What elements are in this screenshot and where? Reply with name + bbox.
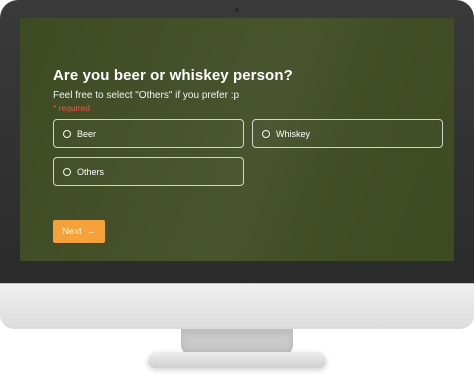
radio-unchecked-icon: [63, 129, 71, 138]
webcam-icon: [235, 8, 239, 12]
option-others[interactable]: Others: [53, 157, 244, 186]
options-group: Beer Whiskey Others: [53, 119, 443, 189]
option-beer[interactable]: Beer: [53, 119, 244, 148]
monitor-chin: [0, 283, 474, 329]
monitor-mockup: Are you beer or whiskey person? Feel fre…: [0, 0, 474, 374]
question-description: Feel free to select "Others" if you pref…: [53, 90, 240, 101]
monitor-screen: Are you beer or whiskey person? Feel fre…: [20, 18, 454, 261]
required-label: * required: [53, 103, 90, 113]
question-title: Are you beer or whiskey person?: [53, 67, 293, 84]
option-label: Beer: [77, 128, 97, 139]
next-button[interactable]: Next →: [53, 220, 105, 243]
next-button-label: Next: [62, 226, 82, 237]
survey-question: Are you beer or whiskey person? Feel fre…: [53, 67, 445, 243]
option-whiskey[interactable]: Whiskey: [252, 119, 443, 148]
arrow-right-icon: →: [86, 226, 96, 237]
option-label: Whiskey: [276, 128, 311, 139]
option-label: Others: [77, 166, 105, 177]
monitor-bezel: Are you beer or whiskey person? Feel fre…: [0, 0, 474, 283]
radio-unchecked-icon: [262, 129, 270, 138]
monitor-stand-base: [148, 352, 326, 368]
radio-unchecked-icon: [63, 167, 71, 176]
